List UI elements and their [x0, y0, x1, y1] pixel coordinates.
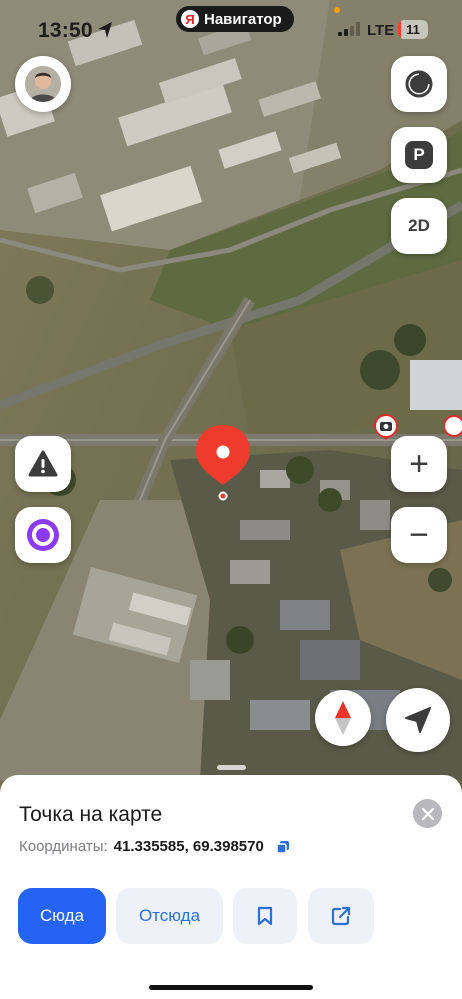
- battery-icon: 11: [398, 20, 428, 39]
- layers-icon: [405, 70, 433, 98]
- route-here-button[interactable]: Сюда: [18, 888, 106, 944]
- bookmark-button[interactable]: [233, 888, 297, 944]
- place-title: Точка на карте: [19, 803, 163, 826]
- map-layers-button[interactable]: [391, 56, 447, 112]
- speed-camera-icon[interactable]: [374, 414, 398, 440]
- navigation-arrow-icon: [405, 707, 431, 733]
- status-bar: 13:50 Я Навигатор LTE 11: [0, 0, 462, 56]
- alice-icon: [27, 519, 59, 551]
- view-mode-label: 2D: [408, 216, 430, 235]
- battery-percent: 11: [406, 22, 420, 37]
- alice-assistant-button[interactable]: [15, 507, 71, 563]
- close-button[interactable]: [413, 799, 442, 828]
- report-event-button[interactable]: [15, 436, 71, 492]
- place-card: Точка на карте Координаты: 41.335585, 69…: [0, 765, 462, 999]
- coordinates-label: Координаты:: [19, 838, 108, 855]
- coordinates-row: Координаты: 41.335585, 69.398570: [19, 838, 290, 855]
- coordinates-value[interactable]: 41.335585, 69.398570: [114, 838, 264, 855]
- my-location-button[interactable]: [386, 688, 450, 752]
- route-from-button[interactable]: Отсюда: [116, 888, 223, 944]
- network-type: LTE: [367, 22, 395, 39]
- share-icon: [331, 906, 351, 926]
- profile-button[interactable]: [15, 56, 71, 112]
- sheet-grabber[interactable]: [217, 765, 246, 770]
- view-mode-button[interactable]: 2D: [391, 198, 447, 254]
- map-pin-icon[interactable]: [193, 423, 253, 505]
- zoom-in-button[interactable]: +: [391, 436, 447, 492]
- close-icon: [421, 807, 434, 820]
- location-arrow-icon: [98, 22, 112, 38]
- home-indicator[interactable]: [149, 985, 313, 990]
- zoom-out-button[interactable]: −: [391, 507, 447, 563]
- signal-icon: [338, 22, 360, 36]
- back-to-app-pill[interactable]: Я Навигатор: [176, 6, 294, 32]
- compass-icon: [335, 701, 351, 735]
- yandex-logo-icon: Я: [181, 10, 199, 28]
- parking-icon: P: [405, 141, 433, 169]
- warning-icon: [28, 450, 58, 477]
- bookmark-icon: [257, 906, 273, 926]
- parking-layer-button[interactable]: P: [391, 127, 447, 183]
- compass-button[interactable]: [315, 690, 371, 746]
- share-button[interactable]: [308, 888, 374, 944]
- app-name: Навигатор: [204, 10, 282, 28]
- privacy-indicator: [334, 7, 340, 13]
- status-time: 13:50: [38, 19, 93, 42]
- poi-marker-icon[interactable]: [440, 414, 462, 440]
- avatar: [25, 66, 61, 102]
- copy-icon[interactable]: [276, 840, 290, 854]
- plus-icon: +: [409, 445, 429, 483]
- minus-icon: −: [409, 516, 429, 554]
